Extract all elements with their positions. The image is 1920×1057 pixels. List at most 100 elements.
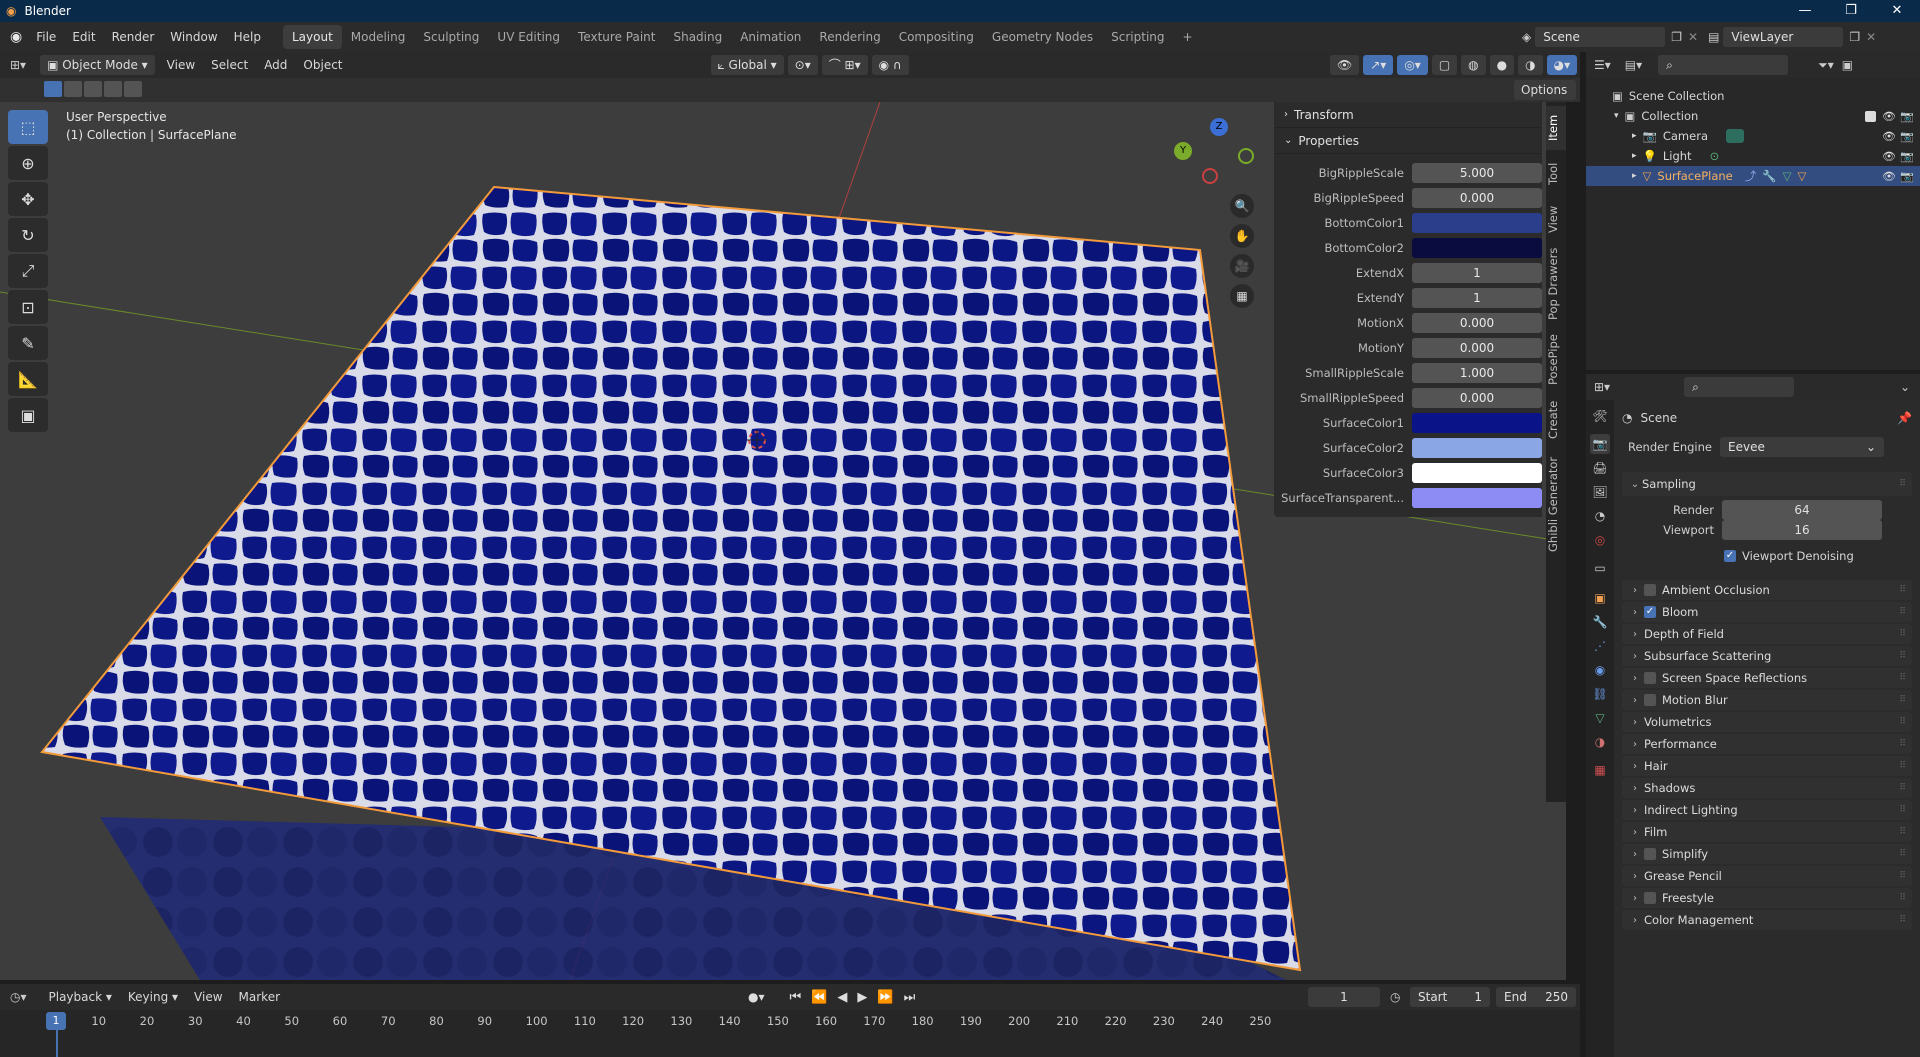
rotate-tool-icon[interactable]: ↻ [8, 218, 48, 252]
scene-tab-icon[interactable]: ◔ [1590, 506, 1610, 526]
scale-tool-icon[interactable]: ⤢ [8, 254, 48, 288]
modifier-tab-icon[interactable]: 🔧 [1590, 612, 1610, 632]
render-panel-header[interactable]: › Indirect Lighting ⠿ [1622, 800, 1912, 820]
snap-icon[interactable]: ⌒ ⊞▾ [821, 55, 868, 75]
jump-start-icon[interactable]: ⏮ [790, 990, 802, 1005]
color-swatch-field[interactable] [1412, 237, 1542, 258]
panel-enable-checkbox[interactable] [1644, 672, 1656, 684]
drag-grip-icon[interactable]: ⠿ [1899, 805, 1906, 815]
render-panel-header[interactable]: › ✓ Bloom ⠿ [1622, 602, 1912, 622]
select-new-icon[interactable] [44, 81, 62, 97]
gizmo-neg-x-axis[interactable] [1202, 168, 1218, 184]
record-icon[interactable]: ●▾ [748, 990, 765, 1004]
tab-pop-drawers[interactable]: Pop Drawers [1546, 244, 1566, 324]
select-menu[interactable]: Select [203, 58, 256, 72]
pin-icon[interactable]: 📌 [1897, 411, 1912, 425]
minimize-button[interactable]: — [1782, 0, 1828, 22]
color-swatch-field[interactable] [1412, 462, 1542, 483]
expand-chevron-icon[interactable]: ▾ [1614, 111, 1619, 121]
menu-render[interactable]: Render [104, 22, 163, 52]
panel-enable-checkbox[interactable] [1644, 584, 1656, 596]
timeline-editor-type-icon[interactable]: ◷▾ [10, 990, 27, 1004]
viewlayer-browse-icon[interactable]: ▤ [1708, 30, 1719, 44]
color-swatch-field[interactable] [1412, 437, 1542, 458]
property-value-field[interactable]: 0.000 [1412, 387, 1542, 408]
zoom-icon[interactable]: 🔍 [1230, 194, 1254, 218]
editor-type-icon[interactable]: ⊞▾ [10, 58, 26, 72]
gizmo-z-axis[interactable]: Z [1210, 118, 1228, 136]
transform-orientation-selector[interactable]: ⟀ Global ▾ [710, 55, 784, 75]
data-tab-icon[interactable]: ▽ [1590, 708, 1610, 728]
drag-grip-icon[interactable]: ⠿ [1899, 849, 1906, 859]
proportional-edit-icon[interactable]: ◉ ∩ [871, 55, 909, 75]
outliner-row-camera[interactable]: ▸ 📷 Camera 👁 📷 [1586, 126, 1920, 146]
property-value-field[interactable]: 1 [1412, 287, 1542, 308]
color-swatch-field[interactable] [1412, 412, 1542, 433]
visibility-eye-icon[interactable]: 👁 [1882, 110, 1896, 123]
rendered-shading-icon[interactable]: ◕▾ [1546, 55, 1578, 75]
outliner-row-collection[interactable]: ▾ ▣ Collection 👁 📷 [1586, 106, 1920, 126]
new-collection-icon[interactable]: ▣ [1842, 58, 1853, 72]
viewport-denoising-checkbox[interactable]: ✓ [1724, 550, 1736, 562]
gizmo-neg-y-axis[interactable] [1238, 148, 1254, 164]
properties-options-icon[interactable]: ⌄ [1900, 380, 1910, 394]
material-shading-icon[interactable]: ◑ [1518, 55, 1543, 75]
menu-window[interactable]: Window [162, 22, 225, 52]
tab-uv-editing[interactable]: UV Editing [488, 25, 569, 49]
annotate-tool-icon[interactable]: ✎ [8, 326, 48, 360]
current-frame-field[interactable]: 1 [1308, 987, 1380, 1007]
world-tab-icon[interactable]: ◎ [1590, 530, 1610, 550]
expand-chevron-icon[interactable]: ▸ [1632, 131, 1637, 141]
render-samples-field[interactable]: 64 [1722, 500, 1882, 520]
tab-rendering[interactable]: Rendering [810, 25, 889, 49]
add-workspace-button[interactable]: + [1174, 25, 1202, 49]
view-menu[interactable]: View [159, 58, 203, 72]
menu-help[interactable]: Help [226, 22, 269, 52]
add-menu[interactable]: Add [256, 58, 295, 72]
jump-end-icon[interactable]: ⏭ [904, 990, 916, 1005]
view-layer-tab-icon[interactable]: 🖼 [1590, 482, 1610, 502]
tab-compositing[interactable]: Compositing [890, 25, 983, 49]
options-button[interactable]: Options ▾ [1514, 80, 1576, 117]
render-tab-icon[interactable]: 📷 [1590, 434, 1610, 454]
viewport-samples-field[interactable]: 16 [1722, 520, 1882, 540]
render-panel-header[interactable]: › Grease Pencil ⠿ [1622, 866, 1912, 886]
tab-modeling[interactable]: Modeling [342, 25, 415, 49]
particles-tab-icon[interactable]: ⋰ [1590, 636, 1610, 656]
render-camera-icon[interactable]: 📷 [1900, 150, 1914, 163]
xray-toggle-icon[interactable]: ▢ [1431, 55, 1458, 75]
timeline-area[interactable]: 1102030405060708090100110120130140150160… [0, 1010, 1580, 1057]
3d-viewport[interactable]: ⬚ ⊕ ✥ ↻ ⤢ ⊡ ✎ 📐 ▣ User Perspective (1) C… [0, 102, 1566, 980]
outliner-row-scene-collection[interactable]: ▣ Scene Collection [1586, 86, 1920, 106]
gizmo-toggle-icon[interactable]: ↗▾ [1363, 55, 1394, 75]
tab-layout[interactable]: Layout [282, 25, 342, 49]
render-panel-header[interactable]: › Screen Space Reflections ⠿ [1622, 668, 1912, 688]
tab-posepipe[interactable]: PosePipe [1546, 328, 1566, 392]
constraints-tab-icon[interactable]: ⛓ [1590, 684, 1610, 704]
properties-section-header[interactable]: ⌄ Properties [1274, 128, 1542, 154]
add-cube-tool-icon[interactable]: ▣ [8, 398, 48, 432]
viewlayer-remove-icon[interactable]: ✕ [1866, 30, 1876, 44]
expand-chevron-icon[interactable]: ▸ [1632, 151, 1637, 161]
mode-selector[interactable]: ▣ Object Mode ▾ [40, 55, 155, 75]
render-panel-header[interactable]: › Ambient Occlusion ⠿ [1622, 580, 1912, 600]
drag-grip-icon[interactable]: ⠿ [1899, 651, 1906, 661]
transform-tool-icon[interactable]: ⊡ [8, 290, 48, 324]
tab-ghibli-generator[interactable]: Ghibli Generator [1546, 448, 1566, 560]
panel-enable-checkbox[interactable] [1644, 892, 1656, 904]
collection-tab-icon[interactable]: ▭ [1590, 558, 1610, 578]
select-invert-icon[interactable] [104, 81, 122, 97]
viewlayer-selector[interactable]: ViewLayer [1723, 27, 1844, 47]
drag-grip-icon[interactable]: ⠿ [1899, 629, 1906, 639]
render-panel-header[interactable]: › Depth of Field ⠿ [1622, 624, 1912, 644]
tab-view[interactable]: View [1546, 198, 1566, 240]
wireframe-shading-icon[interactable]: ◍ [1461, 55, 1486, 75]
render-panel-header[interactable]: › Simplify ⠿ [1622, 844, 1912, 864]
property-value-field[interactable]: 0.000 [1412, 187, 1542, 208]
drag-grip-icon[interactable]: ⠿ [1899, 739, 1906, 749]
drag-grip-icon[interactable]: ⠿ [1899, 607, 1906, 617]
visibility-eye-icon[interactable]: 👁 [1882, 130, 1896, 143]
property-value-field[interactable]: 5.000 [1412, 162, 1542, 183]
playhead[interactable]: 1 [46, 1012, 66, 1030]
drag-grip-icon[interactable]: ⠿ [1899, 893, 1906, 903]
